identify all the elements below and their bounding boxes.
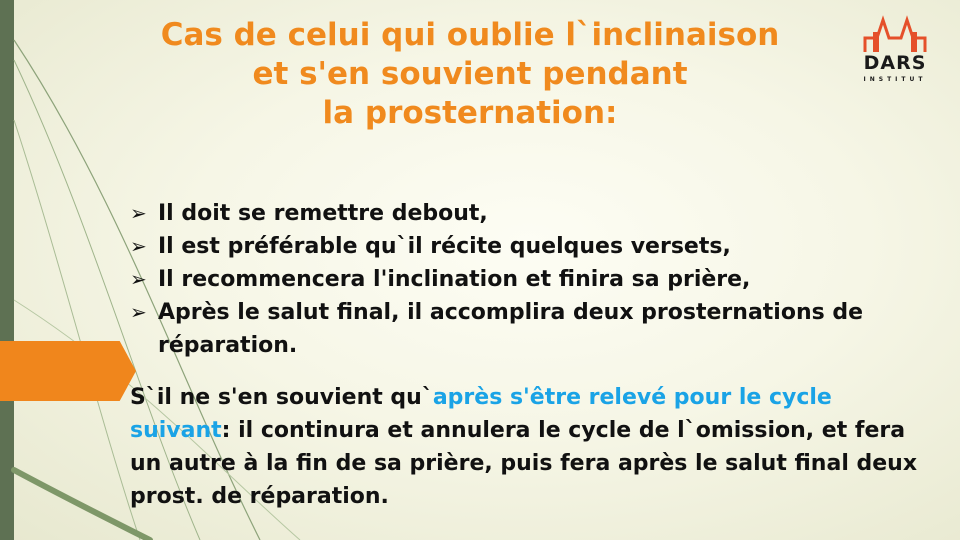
body-paragraph: S`il ne s'en souvient qu`après s'être re… bbox=[130, 381, 920, 513]
bullet-text: Après le salut final, il accomplira deux… bbox=[158, 300, 864, 358]
list-item: ➢ Il doit se remettre debout, bbox=[130, 197, 930, 230]
arrow-bullet-icon: ➢ bbox=[130, 201, 147, 225]
paragraph-text-end: : il continura et annulera le cycle de l… bbox=[130, 418, 918, 509]
title-line-2: et s'en souvient pendant bbox=[252, 56, 688, 92]
bullet-text: Il recommencera l'inclination et finira … bbox=[158, 267, 751, 292]
slide-title: Cas de celui qui oublie l`inclinaison et… bbox=[150, 16, 790, 133]
dars-logo-mark-icon bbox=[863, 15, 927, 52]
bullet-text: Il est préférable qu`il récite quelques … bbox=[158, 234, 731, 259]
bullet-text: Il doit se remettre debout, bbox=[158, 201, 488, 226]
arrow-bullet-icon: ➢ bbox=[130, 300, 147, 324]
list-item: ➢ Il recommencera l'inclination et finir… bbox=[130, 263, 930, 296]
title-line-3: la prosternation: bbox=[322, 95, 618, 131]
list-item: ➢ Après le salut final, il accomplira de… bbox=[130, 296, 930, 362]
paragraph-text-start: S`il ne s'en souvient qu` bbox=[130, 385, 433, 410]
logo-text: DARS bbox=[863, 52, 927, 74]
dars-logo: DARS INSTITUT bbox=[855, 14, 935, 89]
arrow-bullet-icon: ➢ bbox=[130, 267, 147, 291]
logo-subtext: INSTITUT bbox=[863, 76, 927, 83]
bullet-list: ➢ Il doit se remettre debout, ➢ Il est p… bbox=[130, 197, 930, 362]
list-item: ➢ Il est préférable qu`il récite quelque… bbox=[130, 230, 930, 263]
arrow-bullet-icon: ➢ bbox=[130, 234, 147, 258]
title-line-1: Cas de celui qui oublie l`inclinaison bbox=[160, 17, 780, 53]
orange-arrow-shape bbox=[0, 341, 136, 401]
